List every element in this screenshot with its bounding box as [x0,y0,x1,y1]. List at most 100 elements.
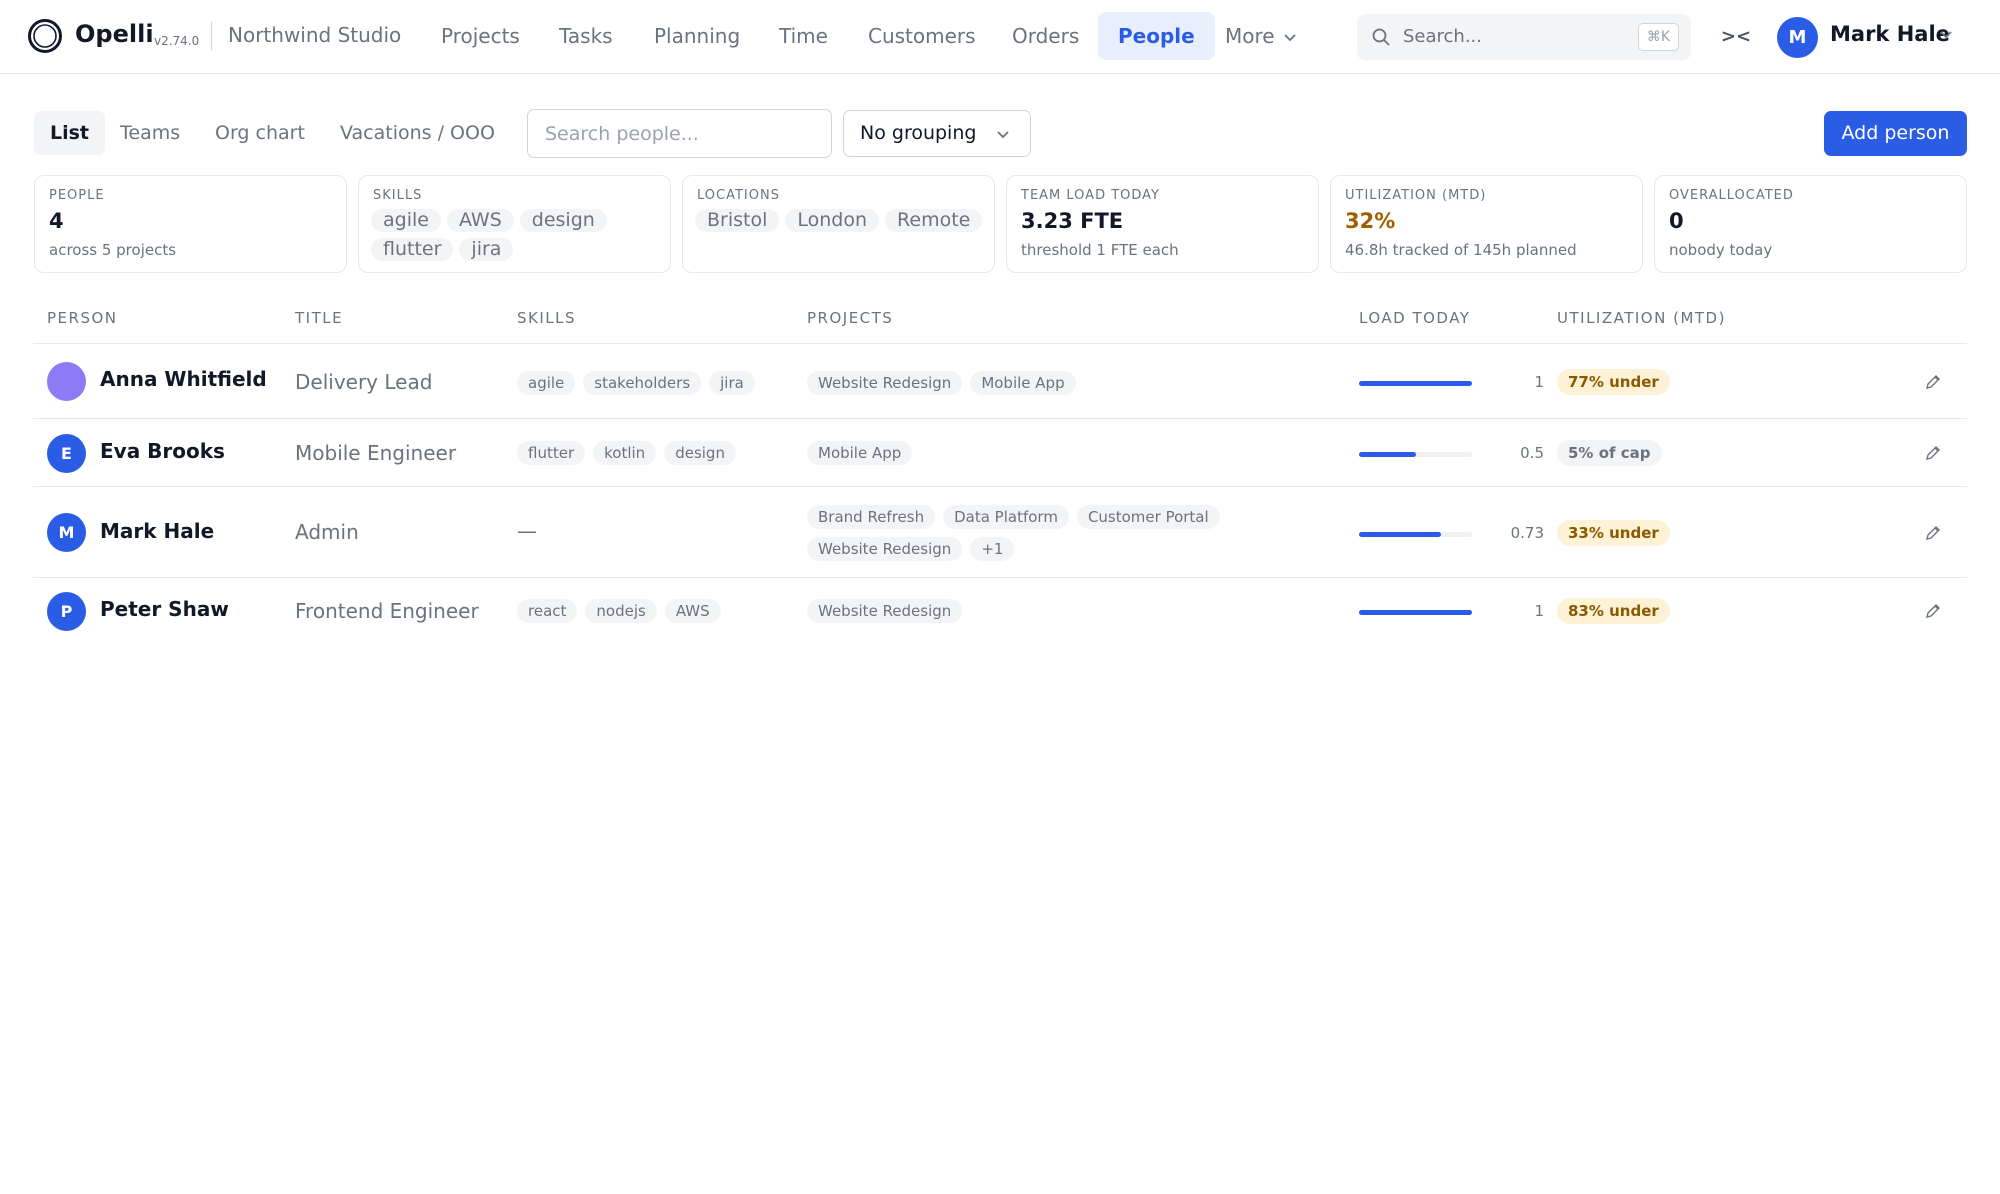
user-avatar[interactable]: M [1777,17,1818,58]
person-title: Frontend Engineer [295,599,479,623]
project-pill[interactable]: Mobile App [970,371,1076,395]
avatar: M [47,513,86,552]
column-header-title[interactable]: TITLE [295,309,343,327]
people-search-input[interactable] [527,109,832,158]
tab-teams[interactable]: Teams [104,111,196,155]
stat-sub: threshold 1 FTE each [1021,241,1179,259]
nav-projects[interactable]: Projects [421,12,540,60]
tab-vacations[interactable]: Vacations / OOO [324,111,511,155]
nav-more[interactable]: More [1205,12,1317,60]
stat-card-overallocated: OVERALLOCATED 0 nobody today [1654,175,1967,273]
skill-pill: design [664,441,736,465]
stat-sub: 46.8h tracked of 145h planned [1345,241,1577,259]
workspace-name[interactable]: Northwind Studio [228,23,401,47]
load-bar-fill [1359,381,1472,386]
utilization-badge: 77% under [1557,369,1670,395]
skill-tag[interactable]: agile [371,209,441,232]
empty-skills: — [517,519,537,543]
skill-tag[interactable]: flutter [371,238,454,261]
edit-icon[interactable] [1923,443,1943,463]
edit-icon[interactable] [1923,523,1943,543]
person-name[interactable]: Eva Brooks [100,439,225,463]
search-shortcut-badge: ⌘K [1637,23,1679,51]
nav-customers[interactable]: Customers [848,12,996,60]
location-tag[interactable]: Remote [885,209,983,232]
project-pill[interactable]: Website Redesign [807,537,963,561]
table-row[interactable]: P Peter Shaw Frontend Engineer react nod… [33,577,1967,645]
project-pill[interactable]: Website Redesign [807,371,963,395]
edit-icon[interactable] [1923,601,1943,621]
more-projects-pill[interactable]: +1 [970,537,1015,561]
tab-org-chart[interactable]: Org chart [199,111,321,155]
collapse-icon[interactable]: >< [1720,22,1752,52]
skill-pill: stakeholders [583,371,702,395]
nav-more-label: More [1225,24,1275,48]
stat-label: UTILIZATION (MTD) [1345,188,1487,203]
utilization-badge: 83% under [1557,598,1670,624]
skill-pill: flutter [517,441,586,465]
add-person-button[interactable]: Add person [1824,111,1967,156]
load-bar [1359,610,1472,615]
project-pill[interactable]: Website Redesign [807,599,963,623]
nav-orders[interactable]: Orders [992,12,1099,60]
nav-tasks[interactable]: Tasks [539,12,633,60]
column-header-utilization[interactable]: UTILIZATION (MTD) [1557,309,1726,327]
app-name[interactable]: Opelli [75,20,154,48]
load-value: 0.5 [1520,444,1544,462]
load-bar [1359,452,1472,457]
person-name[interactable]: Mark Hale [100,519,214,543]
person-name[interactable]: Peter Shaw [100,597,229,621]
column-header-load[interactable]: LOAD TODAY [1359,309,1470,327]
project-pill[interactable]: Mobile App [807,441,913,465]
avatar: P [47,592,86,631]
edit-icon[interactable] [1923,372,1943,392]
table-row[interactable]: E Eva Brooks Mobile Engineer flutter kot… [33,418,1967,486]
location-tag[interactable]: Bristol [695,209,780,232]
project-pill[interactable]: Brand Refresh [807,505,936,529]
column-header-skills[interactable]: SKILLS [517,309,576,327]
skill-pill: kotlin [593,441,657,465]
utilization-badge: 5% of cap [1557,440,1662,466]
projects-list: Brand Refresh Data Platform Customer Por… [807,505,1247,561]
load-bar-fill [1359,532,1442,537]
chevron-down-icon[interactable] [1939,30,1953,39]
person-name[interactable]: Anna Whitfield [100,367,267,391]
stat-sub: across 5 projects [49,241,177,259]
chevron-down-icon [997,131,1009,139]
project-pill[interactable]: Customer Portal [1076,505,1220,529]
skill-tag[interactable]: AWS [446,209,514,232]
global-search[interactable]: Search... ⌘K [1357,14,1691,60]
nav-time[interactable]: Time [759,12,848,60]
column-header-person[interactable]: PERSON [47,309,118,327]
grouping-select[interactable]: No grouping [843,110,1031,157]
project-pill[interactable]: Data Platform [943,505,1069,529]
skill-tag[interactable]: design [519,209,607,232]
load-bar-fill [1359,452,1416,457]
stat-card-locations: LOCATIONS Bristol London Remote [682,175,995,273]
skill-tag[interactable]: jira [459,238,514,261]
nav-planning[interactable]: Planning [634,12,760,60]
location-tag[interactable]: London [785,209,880,232]
table-row[interactable]: Anna Whitfield Delivery Lead agile stake… [33,343,1967,418]
search-icon [1372,28,1390,46]
skills-list: flutter kotlin design [517,441,736,465]
user-name[interactable]: Mark Hale [1830,22,1950,46]
skill-pill: nodejs [585,599,657,623]
avatar [47,362,86,401]
stat-card-skills: SKILLS agile AWS design flutter jira [358,175,671,273]
load-bar [1359,381,1472,386]
table-row[interactable]: M Mark Hale Admin — Brand Refresh Data P… [33,486,1967,577]
load-bar-fill [1359,610,1472,615]
stat-card-team-load: TEAM LOAD TODAY 3.23 FTE threshold 1 FTE… [1006,175,1319,273]
stat-sub: nobody today [1669,241,1773,259]
stat-label: SKILLS [373,188,423,203]
tab-list[interactable]: List [34,111,106,155]
logo-icon[interactable] [27,18,63,54]
nav-people[interactable]: People [1098,12,1215,60]
stat-value: 32% [1345,209,1396,233]
column-header-projects[interactable]: PROJECTS [807,309,893,327]
load-value: 1 [1534,602,1544,620]
skill-pill: jira [709,371,755,395]
person-title: Mobile Engineer [295,441,457,465]
divider [211,22,212,50]
